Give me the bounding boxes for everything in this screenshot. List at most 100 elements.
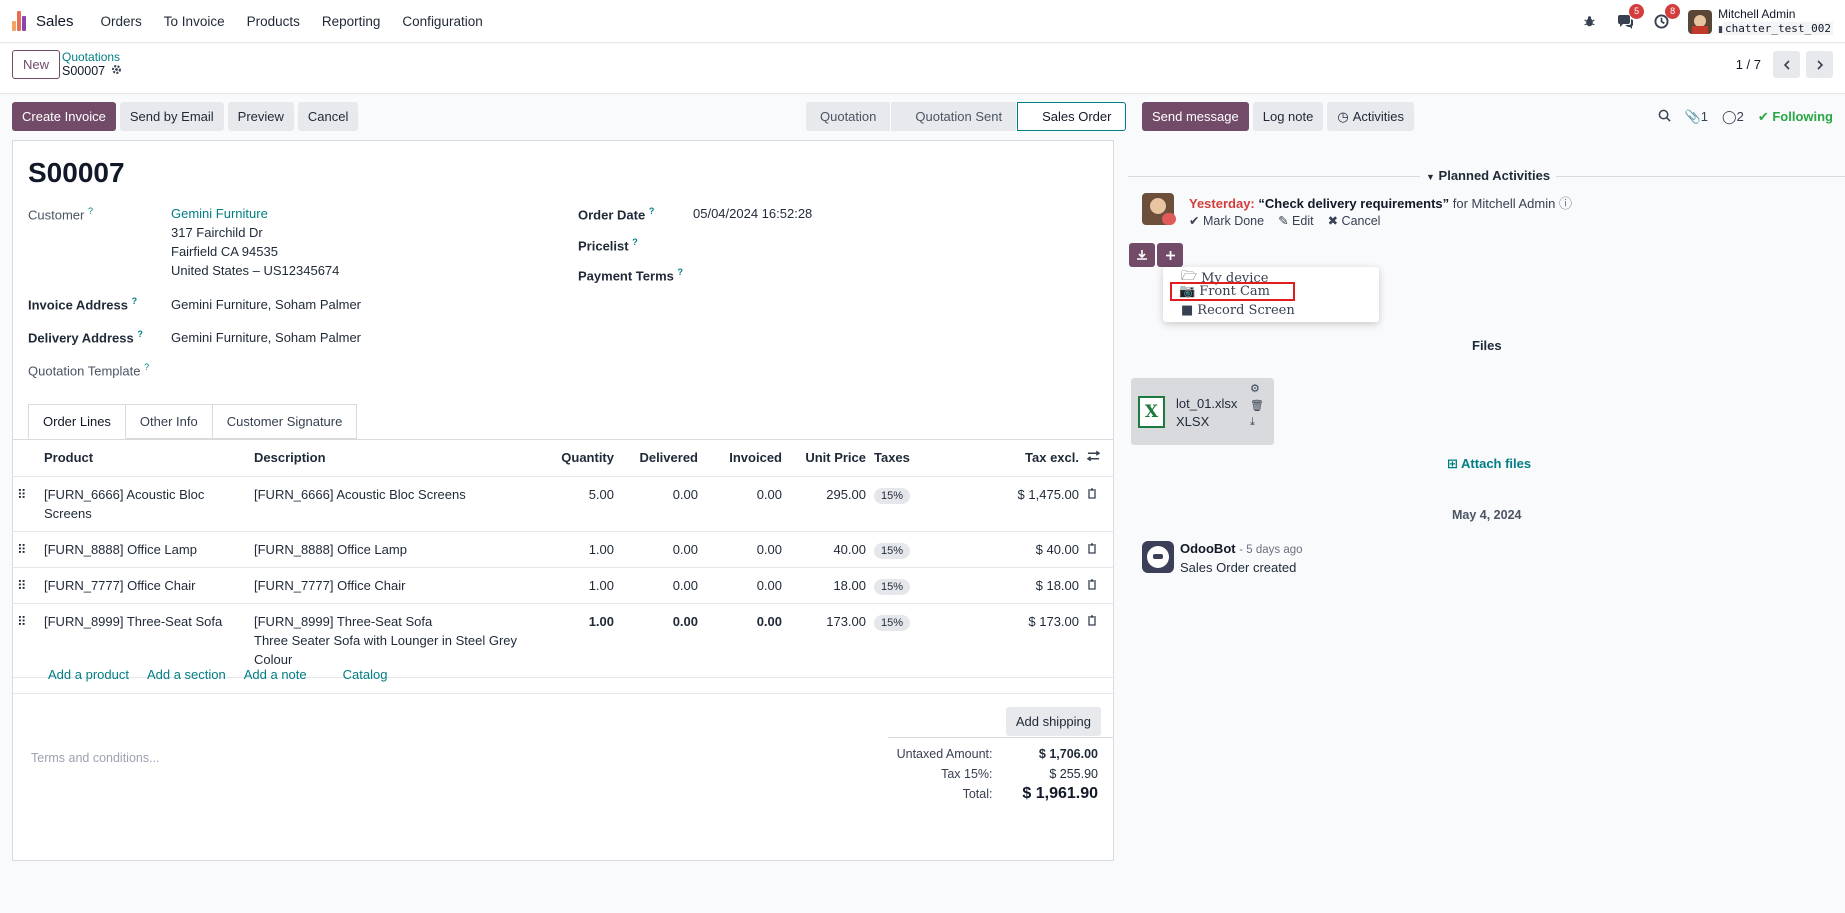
line-delivered[interactable]: 0.00 <box>618 476 702 532</box>
table-row[interactable]: ⠿ [FURN_6666] Acoustic Bloc Screens [FUR… <box>13 476 1113 532</box>
line-unit-price[interactable]: 295.00 <box>786 476 870 532</box>
line-taxes[interactable]: 15% <box>870 531 930 568</box>
stage-quotation-sent[interactable]: Quotation Sent <box>891 102 1018 131</box>
drag-handle-icon[interactable]: ⠿ <box>13 603 40 678</box>
line-quantity[interactable]: 1.00 <box>540 603 618 678</box>
download-icon[interactable] <box>1129 243 1155 267</box>
stage-sales-order[interactable]: Sales Order <box>1017 102 1127 131</box>
col-taxes[interactable]: Taxes <box>870 440 930 477</box>
cancel-order-button[interactable]: Cancel <box>297 102 359 131</box>
mark-done-button[interactable]: ✔ Mark Done <box>1189 213 1264 228</box>
info-icon[interactable]: ⓘ <box>1559 196 1572 211</box>
file-settings-gear-icon[interactable]: ⚙ <box>1250 382 1264 395</box>
preview-button[interactable]: Preview <box>227 102 294 131</box>
drag-handle-icon[interactable]: ⠿ <box>13 531 40 568</box>
menu-to-invoice[interactable]: To Invoice <box>153 14 236 29</box>
col-product[interactable]: Product <box>40 440 250 477</box>
gear-icon[interactable] <box>111 64 122 78</box>
col-quantity[interactable]: Quantity <box>540 440 618 477</box>
stage-quotation[interactable]: Quotation <box>806 102 892 131</box>
line-product[interactable]: [FURN_8888] Office Lamp <box>40 531 250 568</box>
app-name[interactable]: Sales <box>36 13 74 30</box>
activities-clock-icon[interactable]: 8 <box>1652 3 1681 31</box>
line-delivered[interactable]: 0.00 <box>618 603 702 678</box>
sales-app-icon[interactable] <box>12 11 26 31</box>
customer-field[interactable]: Gemini Furniture 317 Fairchild Dr Fairfi… <box>171 204 339 280</box>
breadcrumb-quotations[interactable]: Quotations <box>62 50 122 64</box>
col-tax-excl[interactable]: Tax excl. <box>930 440 1083 477</box>
menu-products[interactable]: Products <box>236 14 311 29</box>
pager-value[interactable]: 1 / 7 <box>1736 57 1761 72</box>
customer-name-link[interactable]: Gemini Furniture <box>171 204 339 223</box>
plus-icon[interactable] <box>1157 243 1183 267</box>
line-description[interactable]: [FURN_7777] Office Chair <box>250 567 540 604</box>
terms-input[interactable]: Terms and conditions... <box>31 751 160 765</box>
debug-bug-icon[interactable] <box>1580 13 1598 31</box>
add-note-link[interactable]: Add a note <box>244 667 307 682</box>
cancel-activity-button[interactable]: ✖ Cancel <box>1328 213 1381 228</box>
trash-icon[interactable] <box>1083 531 1113 568</box>
activities-button[interactable]: ◷ Activities <box>1327 102 1414 131</box>
col-description[interactable]: Description <box>250 440 540 477</box>
message-author[interactable]: OdooBot <box>1180 541 1236 556</box>
menu-reporting[interactable]: Reporting <box>311 14 392 29</box>
file-delete-trash-icon[interactable]: 🗑 <box>1250 399 1264 412</box>
column-settings-icon[interactable] <box>1083 440 1113 477</box>
log-note-button[interactable]: Log note <box>1252 102 1324 131</box>
invoice-address-field[interactable]: Gemini Furniture, Soham Palmer <box>171 295 361 314</box>
line-unit-price[interactable]: 40.00 <box>786 531 870 568</box>
search-icon[interactable] <box>1658 109 1671 125</box>
trash-icon[interactable] <box>1083 603 1113 678</box>
line-taxes[interactable]: 15% <box>870 603 930 678</box>
line-taxes[interactable]: 15% <box>870 476 930 532</box>
tab-other-info[interactable]: Other Info <box>125 404 213 439</box>
line-delivered[interactable]: 0.00 <box>618 567 702 604</box>
line-delivered[interactable]: 0.00 <box>618 531 702 568</box>
col-delivered[interactable]: Delivered <box>618 440 702 477</box>
attachments-button[interactable]: 📎1 <box>1685 109 1708 125</box>
delivery-address-field[interactable]: Gemini Furniture, Soham Palmer <box>171 328 361 347</box>
tab-customer-signature[interactable]: Customer Signature <box>212 404 358 439</box>
catalog-link[interactable]: Catalog <box>343 667 388 682</box>
trash-icon[interactable] <box>1083 567 1113 604</box>
col-invoiced[interactable]: Invoiced <box>702 440 786 477</box>
line-description[interactable]: [FURN_8999] Three-Seat Sofa Three Seater… <box>250 603 540 678</box>
line-product[interactable]: [FURN_6666] Acoustic Bloc Screens <box>40 476 250 532</box>
col-unit-price[interactable]: Unit Price <box>786 440 870 477</box>
table-row[interactable]: ⠿ [FURN_8888] Office Lamp [FURN_8888] Of… <box>13 531 1113 568</box>
line-taxes[interactable]: 15% <box>870 567 930 604</box>
send-by-email-button[interactable]: Send by Email <box>119 102 224 131</box>
line-unit-price[interactable]: 18.00 <box>786 567 870 604</box>
tab-order-lines[interactable]: Order Lines <box>28 404 126 439</box>
add-section-link[interactable]: Add a section <box>147 667 226 682</box>
following-button[interactable]: ✔ Following <box>1758 109 1833 125</box>
file-download-icon[interactable]: ⤓ <box>1250 416 1264 429</box>
pager-next-button[interactable] <box>1806 51 1833 78</box>
order-date-field[interactable]: 05/04/2024 16:52:28 <box>693 204 812 223</box>
drag-handle-icon[interactable]: ⠿ <box>13 567 40 604</box>
add-product-link[interactable]: Add a product <box>48 667 129 682</box>
table-row[interactable]: ⠿ [FURN_8999] Three-Seat Sofa [FURN_8999… <box>13 603 1113 678</box>
messages-icon[interactable]: 5 <box>1616 3 1645 31</box>
menu-configuration[interactable]: Configuration <box>391 14 493 29</box>
menu-orders[interactable]: Orders <box>90 14 153 29</box>
new-button[interactable]: New <box>12 50 61 79</box>
trash-icon[interactable] <box>1083 476 1113 532</box>
line-quantity[interactable]: 1.00 <box>540 531 618 568</box>
send-message-button[interactable]: Send message <box>1142 102 1249 131</box>
create-invoice-button[interactable]: Create Invoice <box>12 102 116 131</box>
table-row[interactable]: ⠿ [FURN_7777] Office Chair [FURN_7777] O… <box>13 567 1113 604</box>
upload-record-screen[interactable]: ■ Record Screen <box>1181 303 1295 318</box>
line-description[interactable]: [FURN_8888] Office Lamp <box>250 531 540 568</box>
line-description[interactable]: [FURN_6666] Acoustic Bloc Screens <box>250 476 540 532</box>
edit-activity-button[interactable]: ✎ Edit <box>1278 213 1314 228</box>
line-unit-price[interactable]: 173.00 <box>786 603 870 678</box>
attach-files-button[interactable]: ⊞ Attach files <box>1447 456 1531 472</box>
pager-previous-button[interactable] <box>1773 51 1800 78</box>
drag-handle-icon[interactable]: ⠿ <box>13 476 40 532</box>
user-menu[interactable]: Mitchell Admin ▮ chatter_test_002 <box>1688 7 1833 36</box>
line-quantity[interactable]: 5.00 <box>540 476 618 532</box>
line-product[interactable]: [FURN_8999] Three-Seat Sofa <box>40 603 250 678</box>
line-quantity[interactable]: 1.00 <box>540 567 618 604</box>
line-product[interactable]: [FURN_7777] Office Chair <box>40 567 250 604</box>
